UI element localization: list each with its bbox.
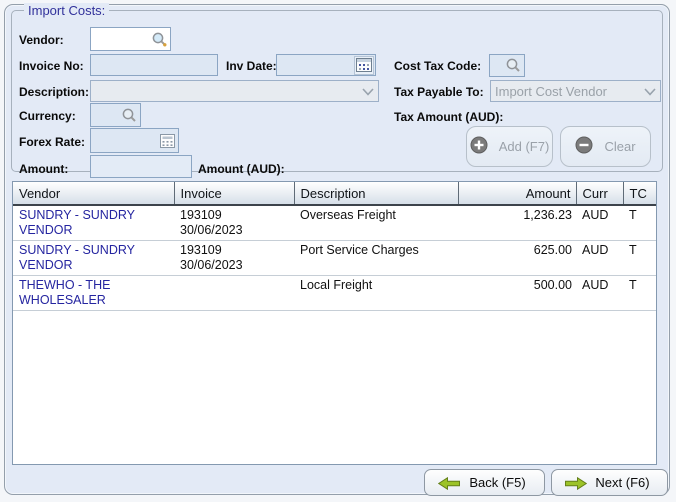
cell-vendor: SUNDRY - SUNDRY VENDOR — [13, 241, 174, 276]
tax-payable-to-value: Import Cost Vendor — [495, 84, 607, 99]
cell-invoice — [174, 276, 294, 311]
chevron-down-icon — [362, 84, 374, 99]
back-button-label: Back (F5) — [459, 475, 536, 490]
invoice-number: 193109 — [180, 243, 289, 258]
plus-circle-icon — [470, 136, 488, 157]
amount-label: Amount: — [19, 162, 68, 176]
amount-input[interactable] — [92, 157, 190, 176]
import-costs-groupbox: Import Costs: Vendor: Invoice No: Inv Da — [11, 10, 663, 172]
cell-tax-code: T — [623, 276, 656, 311]
cell-currency: AUD — [576, 276, 623, 311]
back-button[interactable]: Back (F5) — [424, 469, 545, 496]
next-button[interactable]: Next (F6) — [551, 469, 668, 496]
cell-vendor: SUNDRY - SUNDRY VENDOR — [13, 205, 174, 241]
cell-currency: AUD — [576, 241, 623, 276]
cell-invoice: 193109 30/06/2023 — [174, 205, 294, 241]
groupbox-title: Import Costs: — [24, 3, 109, 18]
cell-description: Overseas Freight — [294, 205, 458, 241]
cell-tax-code: T — [623, 205, 656, 241]
cell-tax-code: T — [623, 241, 656, 276]
vendor-label: Vendor: — [19, 33, 64, 47]
table-row[interactable]: THEWHO - THE WHOLESALER Local Freight 50… — [13, 276, 656, 311]
inv-date-label: Inv Date: — [226, 59, 277, 73]
vendor-search-icon[interactable] — [149, 30, 169, 49]
forex-rate-label: Forex Rate: — [19, 135, 85, 149]
arrow-right-icon — [565, 477, 587, 493]
cost-lines-table: Vendor Invoice Description Amount Curr T… — [12, 181, 657, 465]
vendor-field — [90, 27, 171, 51]
table-row[interactable]: SUNDRY - SUNDRY VENDOR 193109 30/06/2023… — [13, 205, 656, 241]
inv-date-field — [276, 54, 376, 76]
col-header-amount[interactable]: Amount — [458, 182, 576, 205]
currency-search-icon[interactable] — [119, 106, 139, 125]
description-combo[interactable] — [90, 80, 379, 102]
invoice-number: 193109 — [180, 208, 289, 223]
col-header-vendor[interactable]: Vendor — [13, 182, 174, 205]
clear-button[interactable]: Clear — [560, 126, 651, 167]
calendar-icon[interactable] — [354, 56, 374, 75]
col-header-invoice[interactable]: Invoice — [174, 182, 294, 205]
import-costs-screen: Import Costs: Vendor: Invoice No: Inv Da — [0, 0, 676, 502]
table-row[interactable]: SUNDRY - SUNDRY VENDOR 193109 30/06/2023… — [13, 241, 656, 276]
add-button-label: Add (F7) — [499, 139, 550, 154]
cost-tax-code-search-icon[interactable] — [503, 56, 523, 75]
invoice-date: 30/06/2023 — [180, 223, 289, 238]
col-header-curr[interactable]: Curr — [576, 182, 623, 205]
tax-payable-to-combo[interactable]: Import Cost Vendor — [490, 80, 661, 102]
cost-tax-code-label: Cost Tax Code: — [394, 59, 481, 73]
currency-field — [90, 103, 141, 127]
minus-circle-icon — [575, 136, 593, 157]
tax-payable-to-label: Tax Payable To: — [394, 85, 484, 99]
clear-button-label: Clear — [604, 139, 635, 154]
cell-invoice: 193109 30/06/2023 — [174, 241, 294, 276]
cell-amount: 500.00 — [458, 276, 576, 311]
tax-amount-aud-label: Tax Amount (AUD): — [394, 110, 503, 124]
invoice-no-label: Invoice No: — [19, 59, 84, 73]
calculator-icon[interactable] — [157, 131, 177, 150]
table-header: Vendor Invoice Description Amount Curr T… — [13, 182, 656, 205]
amount-aud-label: Amount (AUD): — [198, 162, 285, 176]
invoice-no-field — [90, 54, 218, 76]
cell-currency: AUD — [576, 205, 623, 241]
col-header-tc[interactable]: TC — [623, 182, 656, 205]
main-panel: Import Costs: Vendor: Invoice No: Inv Da — [4, 4, 670, 495]
invoice-no-input[interactable] — [92, 56, 216, 74]
arrow-left-icon — [438, 477, 460, 493]
currency-label: Currency: — [19, 109, 76, 123]
forex-rate-field — [90, 128, 179, 153]
cost-tax-code-field — [489, 54, 525, 77]
cell-amount: 1,236.23 — [458, 205, 576, 241]
cost-table-body: SUNDRY - SUNDRY VENDOR 193109 30/06/2023… — [13, 205, 656, 311]
cell-amount: 625.00 — [458, 241, 576, 276]
cell-description: Port Service Charges — [294, 241, 458, 276]
next-button-label: Next (F6) — [586, 475, 659, 490]
cell-description: Local Freight — [294, 276, 458, 311]
amount-field — [90, 155, 192, 178]
invoice-date: 30/06/2023 — [180, 258, 289, 273]
add-button[interactable]: Add (F7) — [466, 126, 553, 167]
description-label: Description: — [19, 85, 89, 99]
col-header-description[interactable]: Description — [294, 182, 458, 205]
cell-vendor: THEWHO - THE WHOLESALER — [13, 276, 174, 311]
chevron-down-icon — [644, 84, 656, 99]
